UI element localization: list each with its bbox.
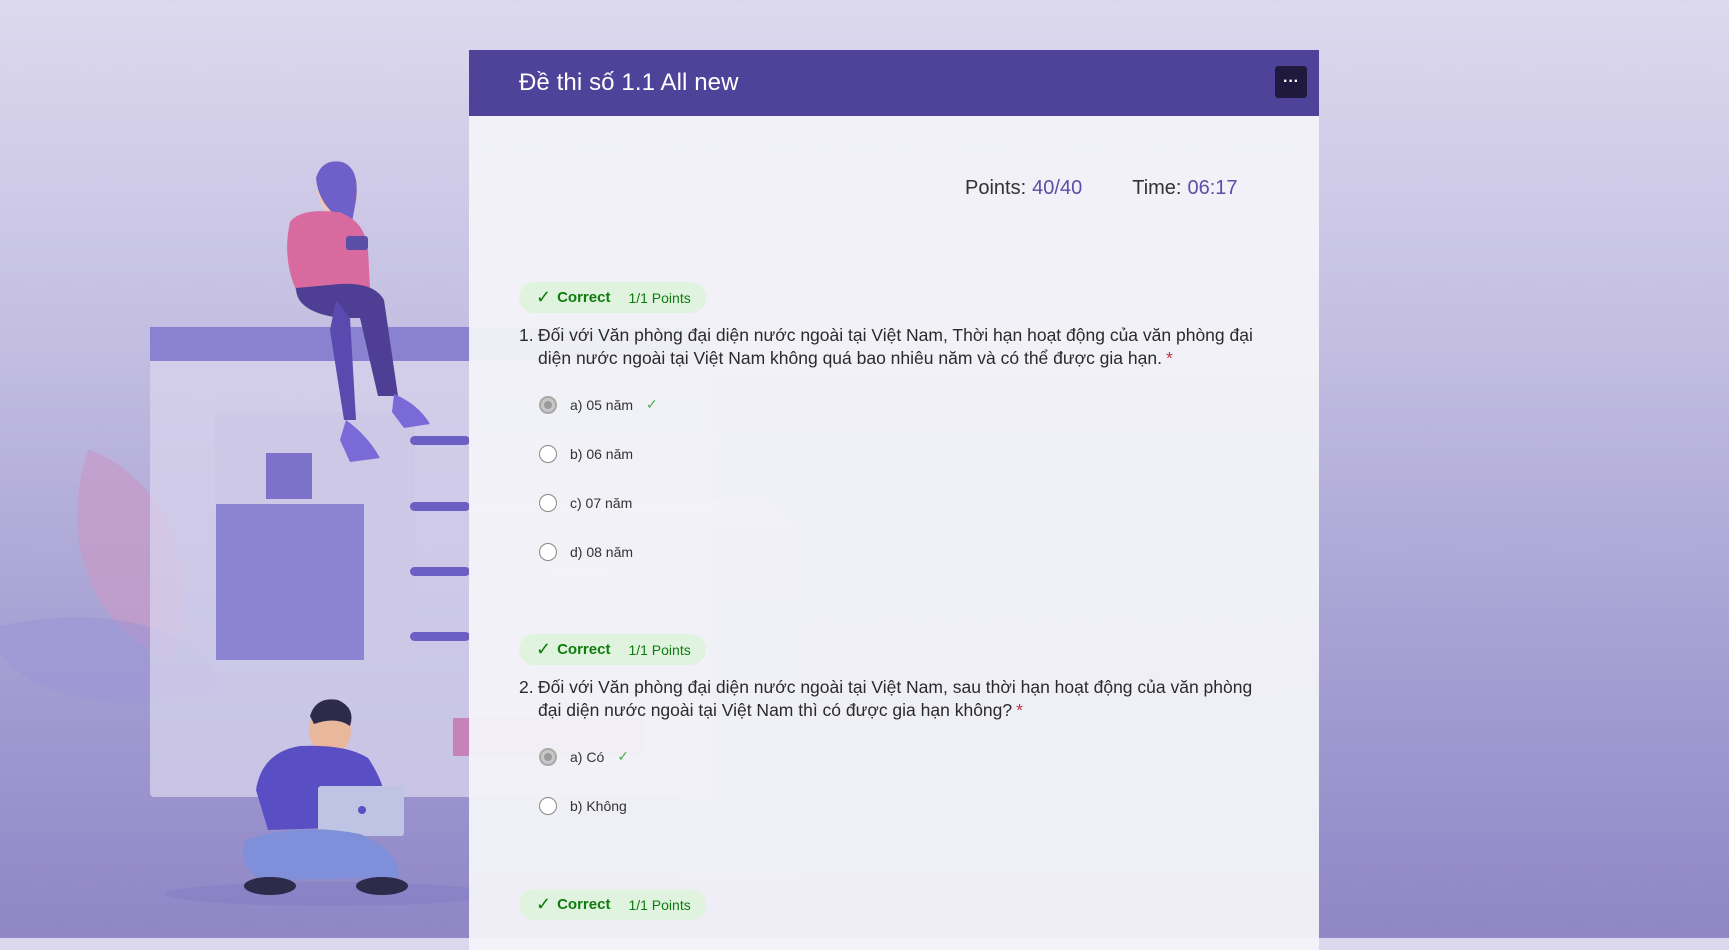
option-b[interactable]: b) 06 năm (539, 429, 1279, 478)
radio-button-selected[interactable] (539, 747, 557, 766)
option-b[interactable]: b) Không (539, 781, 1279, 830)
form-title: Đề thi số 1.1 All new (519, 69, 739, 96)
question-number: 2. (519, 677, 534, 697)
option-a[interactable]: a) Có ✓ (539, 732, 1279, 781)
option-label: a) 05 năm (570, 396, 634, 413)
radio-button-selected[interactable] (539, 395, 557, 414)
checkmark-icon: ✓ (646, 396, 658, 412)
option-label: b) 06 năm (570, 445, 634, 462)
checkmark-icon: ✓ (536, 639, 552, 659)
question-body: Đối với Văn phòng đại diện nước ngoài tạ… (538, 325, 1253, 368)
answer-options: a) 05 năm ✓ b) 06 năm c) 07 năm d) 08 nă… (539, 380, 1279, 576)
option-label: d) 08 năm (570, 543, 634, 560)
answer-options: a) Có ✓ b) Không (539, 732, 1279, 830)
checkmark-icon: ✓ (617, 748, 629, 764)
time-summary: Time: 06:17 (1132, 177, 1237, 200)
correct-status: Correct (557, 641, 611, 658)
option-label: b) Không (570, 797, 627, 814)
question-points: 1/1 Points (628, 641, 691, 658)
question-3: ✓ Correct 1/1 Points (519, 889, 1279, 920)
question-points: 1/1 Points (628, 289, 691, 306)
woman-figure-illustration (287, 161, 430, 462)
radio-button[interactable] (539, 796, 557, 815)
man-figure-illustration (243, 699, 408, 895)
radio-button[interactable] (539, 542, 557, 561)
required-mark: * (1016, 700, 1023, 720)
time-label: Time: (1132, 177, 1182, 199)
points-summary: Points: 40/40 (965, 177, 1082, 200)
question-number: 1. (519, 325, 534, 345)
option-c[interactable]: c) 07 năm (539, 478, 1279, 527)
quiz-form-card: Đề thi số 1.1 All new ··· Points: 40/40 T… (469, 50, 1319, 950)
option-d[interactable]: d) 08 năm (539, 527, 1279, 576)
option-label: c) 07 năm (570, 494, 633, 511)
checkmark-icon: ✓ (536, 894, 552, 914)
more-options-button[interactable]: ··· (1275, 66, 1307, 98)
question-points: 1/1 Points (628, 896, 691, 913)
question-text: 1. Đối với Văn phòng đại diện nước ngoài… (519, 324, 1279, 370)
points-value: 40/40 (1032, 177, 1083, 199)
correct-badge: ✓ Correct 1/1 Points (519, 889, 706, 920)
time-value: 06:17 (1187, 177, 1238, 199)
question-body: Đối với Văn phòng đại diện nước ngoài tạ… (538, 677, 1253, 720)
option-a[interactable]: a) 05 năm ✓ (539, 380, 1279, 429)
correct-status: Correct (557, 896, 611, 913)
more-options-icon: ··· (1283, 73, 1299, 90)
required-mark: * (1165, 348, 1173, 368)
question-1: ✓ Correct 1/1 Points 1. Đối với Văn phòn… (519, 282, 1279, 576)
points-label: Points: (965, 177, 1027, 199)
form-header: Đề thi số 1.1 All new ··· (469, 50, 1319, 116)
question-2: ✓ Correct 1/1 Points 2. Đối với Văn phòn… (519, 634, 1279, 830)
question-text: 2. Đối với Văn phòng đại diện nước ngoài… (519, 676, 1279, 722)
correct-status: Correct (557, 289, 611, 306)
radio-button[interactable] (539, 444, 557, 463)
radio-button[interactable] (539, 493, 557, 512)
correct-badge: ✓ Correct 1/1 Points (519, 282, 706, 313)
checkmark-icon: ✓ (536, 287, 552, 307)
correct-badge: ✓ Correct 1/1 Points (519, 634, 706, 665)
score-summary: Points: 40/40 Time: 06:17 (965, 177, 1238, 200)
option-label: a) Có (570, 748, 605, 765)
